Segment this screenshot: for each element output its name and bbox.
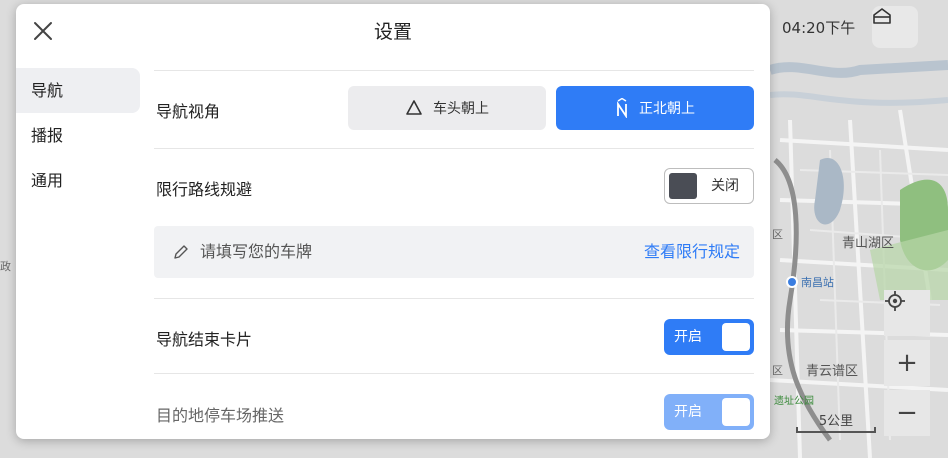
sidebar-item-general[interactable]: 通用 [16, 158, 140, 203]
view-restriction-rules-link[interactable]: 查看限行规定 [644, 226, 740, 278]
toggle-state-label: 开启 [674, 329, 702, 345]
toggle-knob [722, 398, 750, 426]
close-button[interactable] [30, 18, 56, 44]
settings-sidebar: 导航 播报 通用 [16, 68, 140, 203]
map-scale: 5公里 [796, 410, 876, 433]
toggle-knob [722, 323, 750, 351]
close-icon [34, 22, 52, 40]
triangle-icon [406, 100, 422, 115]
divider [154, 70, 754, 71]
divider [154, 298, 754, 299]
north-up-label: 正北朝上 [639, 101, 695, 117]
plate-input[interactable]: 请填写您的车牌 [200, 226, 312, 278]
station-icon [786, 276, 798, 288]
map-label-edge: 政 [0, 260, 11, 273]
heading-up-option[interactable]: 车头朝上 [348, 86, 546, 130]
locate-button[interactable] [884, 290, 930, 336]
north-up-option[interactable]: 正北朝上 [556, 86, 754, 130]
zoom-out-button[interactable]: − [884, 390, 930, 436]
map-label-district: 青山湖区 [842, 236, 895, 251]
status-bar: 04:20下午 [772, 6, 948, 48]
home-icon [873, 8, 891, 24]
pencil-icon [174, 245, 188, 259]
dialog-header: 设置 [16, 4, 770, 60]
nav-view-label: 导航视角 [156, 102, 221, 121]
map-label-park: 遗址公园 [774, 396, 814, 407]
dialog-title: 设置 [373, 21, 412, 43]
end-card-toggle[interactable]: 开启 [664, 319, 754, 355]
clock: 04:20下午 [782, 18, 856, 37]
restriction-toggle[interactable]: 关闭 [664, 168, 754, 204]
station-label: 南昌站 [801, 276, 834, 289]
parking-push-toggle[interactable]: 开启 [664, 394, 754, 430]
map-label-edge: 区 [772, 364, 783, 377]
plus-icon: + [896, 348, 918, 378]
plate-input-box[interactable]: 请填写您的车牌 查看限行规定 [154, 226, 754, 278]
zoom-in-button[interactable]: + [884, 340, 930, 386]
map-label-district: 青云谱区 [806, 364, 859, 379]
parking-push-label: 目的地停车场推送 [156, 406, 285, 425]
divider [154, 373, 754, 374]
locate-icon [885, 291, 905, 311]
map-poi-station[interactable]: 南昌站 [786, 274, 834, 290]
north-icon [617, 98, 627, 118]
divider [154, 148, 754, 149]
minus-icon: − [896, 398, 918, 428]
toggle-state-label: 开启 [674, 404, 702, 420]
scale-bar [796, 427, 876, 433]
map-label-edge: 区 [772, 228, 783, 241]
sidebar-item-broadcast[interactable]: 播报 [16, 113, 140, 158]
end-card-label: 导航结束卡片 [156, 330, 253, 349]
toggle-state-label: 关闭 [711, 178, 739, 194]
restriction-label: 限行路线规避 [156, 180, 253, 199]
sidebar-item-navigation[interactable]: 导航 [16, 68, 140, 113]
heading-up-label: 车头朝上 [433, 101, 489, 117]
toggle-knob [669, 173, 697, 199]
settings-dialog: 设置 导航 播报 通用 导航视角 车头朝上 正北朝上 限行路线规避 关闭 请填写… [16, 4, 770, 439]
home-button[interactable] [872, 6, 918, 48]
